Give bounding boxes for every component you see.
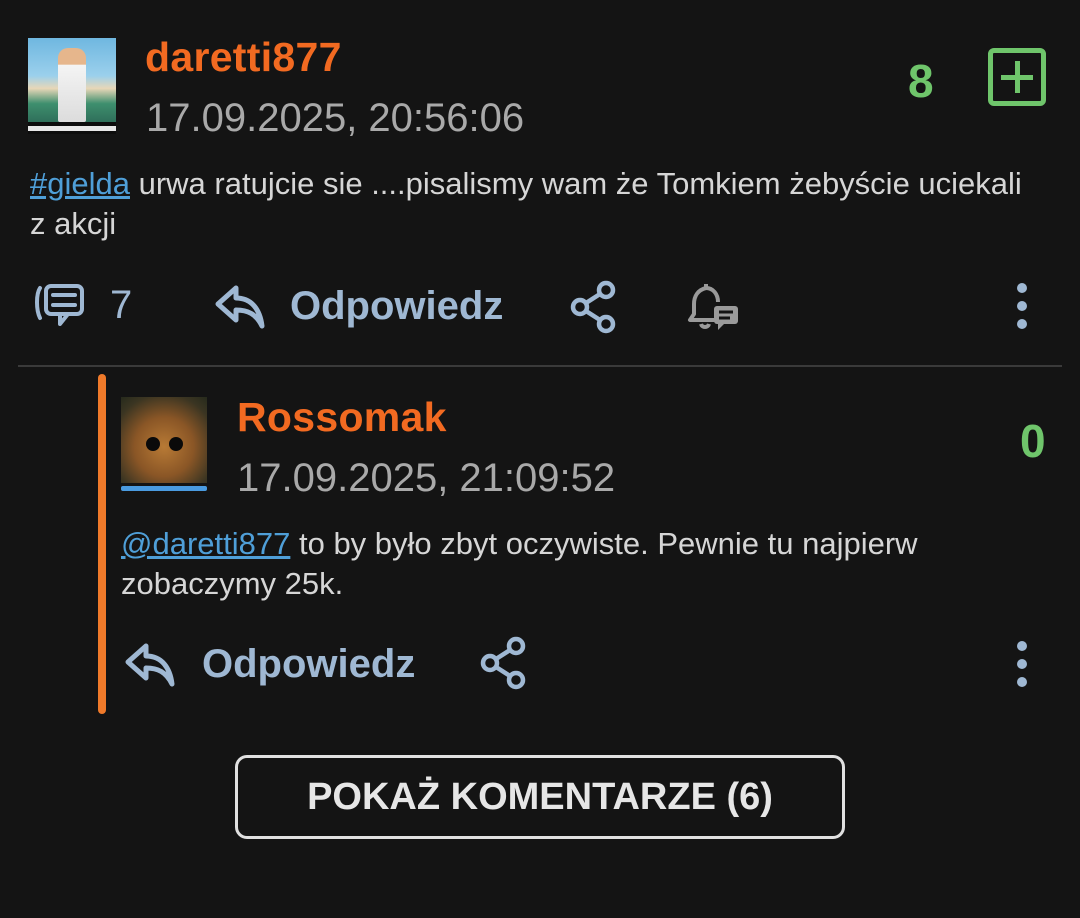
reply-button[interactable]: Odpowiedz [214, 282, 503, 330]
mention-link[interactable]: @daretti877 [121, 526, 290, 561]
show-comments-button[interactable]: POKAŻ KOMENTARZE (6) [235, 755, 845, 839]
reply-icon [214, 282, 266, 330]
more-button[interactable] [1012, 282, 1032, 332]
share-icon [568, 280, 620, 334]
comment-count: 7 [110, 282, 133, 327]
reply-score: 0 [1020, 415, 1046, 467]
reply-avatar[interactable] [121, 397, 207, 493]
reply-icon [124, 640, 176, 688]
comments-button[interactable]: 7 [30, 280, 132, 330]
plus-box-icon[interactable] [988, 48, 1046, 106]
share-icon [478, 636, 530, 690]
comments-icon [30, 280, 88, 330]
entry-card: daretti877 17.09.2025, 20:56:06 8 #gield… [0, 0, 1080, 918]
post-body: #gielda urwa ratujcie sie ....pisalismy … [30, 164, 1040, 244]
post-score: 8 [908, 55, 934, 107]
more-vertical-icon [1012, 282, 1032, 332]
post-timestamp: 17.09.2025, 20:56:06 [146, 96, 525, 140]
reply-more-button[interactable] [1012, 640, 1032, 690]
reply-reply-button[interactable]: Odpowiedz [124, 640, 415, 688]
tag-link[interactable]: #gielda [30, 166, 130, 201]
reply-label: Odpowiedz [290, 283, 504, 328]
avatar[interactable] [28, 38, 116, 134]
reply-share-button[interactable] [478, 636, 530, 690]
bell-comment-icon [686, 280, 742, 334]
post-text: urwa ratujcie sie ....pisalismy wam że T… [30, 166, 1022, 241]
observe-button[interactable] [686, 280, 742, 334]
reply-author[interactable]: Rossomak [237, 394, 447, 441]
reply-label: Odpowiedz [202, 641, 416, 686]
divider [18, 365, 1062, 367]
more-vertical-icon [1012, 640, 1032, 690]
post-author[interactable]: daretti877 [145, 34, 342, 81]
reply-body: @daretti877 to by było zbyt oczywiste. P… [121, 524, 1041, 604]
reply-timestamp: 17.09.2025, 21:09:52 [237, 456, 616, 500]
thread-bar [98, 374, 106, 714]
share-button[interactable] [568, 280, 620, 334]
